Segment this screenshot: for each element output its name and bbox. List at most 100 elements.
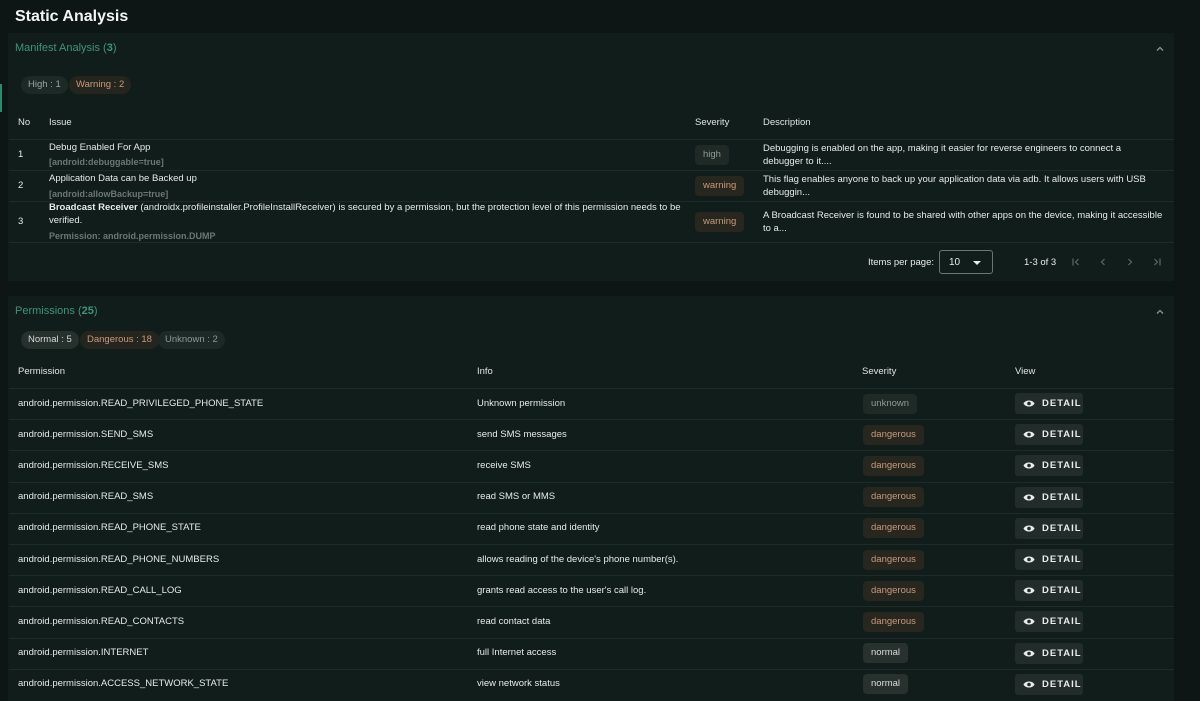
eye-icon xyxy=(1023,400,1035,407)
detail-label: DETAIL xyxy=(1042,522,1082,534)
detail-button[interactable]: DETAIL xyxy=(1015,642,1083,664)
manifest-row-desc-2: debugger to it.... xyxy=(763,156,832,167)
items-per-page-select[interactable]: 10 xyxy=(939,250,993,274)
detail-label: DETAIL xyxy=(1042,491,1082,503)
detail-button[interactable]: DETAIL xyxy=(1015,424,1083,446)
manifest-header[interactable]: Manifest Analysis (3) xyxy=(15,42,117,54)
manifest-title: Manifest Analysis xyxy=(15,42,100,54)
manifest-row-no: 3 xyxy=(18,216,24,227)
pagination-range: 1-3 of 3 xyxy=(1024,257,1057,268)
severity-badge: dangerous xyxy=(863,518,924,539)
chevron-up-icon[interactable] xyxy=(1155,44,1165,54)
page-title: Static Analysis xyxy=(15,8,129,25)
detail-button[interactable]: DETAIL xyxy=(1015,486,1083,508)
chip-high[interactable]: High : 1 xyxy=(21,76,68,94)
chip-dangerous[interactable]: Dangerous : 18 xyxy=(80,331,159,349)
manifest-row-desc: A Broadcast Receiver is found to be shar… xyxy=(763,210,1163,221)
manifest-row-issue-sub: [android:allowBackup=true] xyxy=(49,189,169,199)
detail-label: DETAIL xyxy=(1042,398,1082,409)
col-severity: Severity xyxy=(862,366,897,377)
permission-name: android.permission.READ_PHONE_STATE xyxy=(18,522,201,534)
permission-value: android.permission.DUMP xyxy=(100,231,216,241)
detail-button[interactable]: DETAIL xyxy=(1015,611,1083,633)
detail-label: DETAIL xyxy=(1042,585,1082,597)
eye-icon xyxy=(1023,587,1035,594)
severity-badge: warning xyxy=(695,212,745,232)
row-divider xyxy=(9,544,1174,545)
permission-name: android.permission.RECEIVE_SMS xyxy=(18,459,169,471)
detail-label: DETAIL xyxy=(1042,678,1082,690)
col-permission: Permission xyxy=(18,366,65,377)
row-divider xyxy=(9,668,1174,670)
detail-label: DETAIL xyxy=(1042,460,1082,472)
permission-name: android.permission.READ_SMS xyxy=(18,491,154,503)
detail-button[interactable]: DETAIL xyxy=(1015,673,1083,695)
manifest-count: 3 xyxy=(106,42,113,54)
detail-label: DETAIL xyxy=(1042,429,1082,441)
chevron-up-icon[interactable] xyxy=(1155,307,1165,317)
row-divider xyxy=(9,450,1174,452)
col-severity: Severity xyxy=(695,117,730,128)
col-description: Description xyxy=(763,117,811,128)
detail-button[interactable]: DETAIL xyxy=(1015,455,1083,477)
severity-badge: dangerous xyxy=(863,455,924,476)
manifest-row-issue: Application Data can be Backed up xyxy=(49,173,197,184)
row-divider xyxy=(9,637,1174,639)
permission-info: allows reading of the device's phone num… xyxy=(477,553,679,565)
manifest-row-issue-sub: [android:debuggable=true] xyxy=(49,157,164,167)
row-divider xyxy=(9,170,1174,171)
row-divider xyxy=(9,419,1174,421)
severity-badge: warning xyxy=(695,176,745,196)
eye-icon xyxy=(1023,681,1035,688)
detail-button[interactable]: DETAIL xyxy=(1015,517,1083,539)
chip-unknown[interactable]: Unknown : 2 xyxy=(158,331,225,349)
permissions-count: 25 xyxy=(81,305,94,317)
row-divider xyxy=(9,575,1174,577)
chip-normal[interactable]: Normal : 5 xyxy=(21,331,79,349)
permissions-header[interactable]: Permissions (25) xyxy=(15,305,98,317)
severity-badge: dangerous xyxy=(863,424,924,445)
detail-button[interactable]: DETAIL xyxy=(1015,580,1083,602)
permission-info: send SMS messages xyxy=(477,428,567,440)
col-no: No xyxy=(18,117,31,128)
permission-info: full Internet access xyxy=(477,647,557,659)
col-info: Info xyxy=(477,366,493,377)
permission-name: android.permission.READ_PHONE_NUMBERS xyxy=(18,553,220,565)
manifest-row-desc-2: to a... xyxy=(763,223,787,234)
detail-button[interactable]: DETAIL xyxy=(1015,549,1083,570)
manifest-panel xyxy=(8,33,1174,281)
severity-badge: unknown xyxy=(863,393,918,414)
permission-info: view network status xyxy=(477,678,560,690)
manifest-row-issue: Broadcast Receiver (androidx.profileinst… xyxy=(49,202,689,214)
permission-name: android.permission.READ_CONTACTS xyxy=(18,615,185,627)
detail-label: DETAIL xyxy=(1042,616,1082,628)
severity-badge: dangerous xyxy=(863,580,924,601)
row-divider xyxy=(9,139,1174,140)
manifest-row-no: 2 xyxy=(18,180,24,191)
eye-icon xyxy=(1023,618,1035,625)
eye-icon xyxy=(1023,650,1035,657)
chip-warning[interactable]: Warning : 2 xyxy=(69,76,132,94)
permission-name: android.permission.INTERNET xyxy=(18,647,149,659)
row-divider xyxy=(9,606,1174,608)
eye-icon xyxy=(1023,494,1035,501)
items-per-page-label: Items per page: xyxy=(868,257,935,268)
eye-icon xyxy=(1023,525,1035,532)
col-view: View xyxy=(1015,366,1036,377)
left-accent-bar xyxy=(0,84,2,112)
permission-info: read SMS or MMS xyxy=(477,491,556,503)
permission-info: read phone state and identity xyxy=(477,522,600,534)
permission-info: receive SMS xyxy=(477,459,531,471)
row-divider xyxy=(9,388,1174,389)
detail-button[interactable]: DETAIL xyxy=(1015,393,1083,414)
prev-page-icon[interactable] xyxy=(1098,257,1108,267)
col-issue: Issue xyxy=(49,117,72,128)
first-page-icon[interactable] xyxy=(1071,257,1081,267)
last-page-icon[interactable] xyxy=(1152,257,1162,267)
eye-icon xyxy=(1023,556,1035,563)
next-page-icon[interactable] xyxy=(1125,257,1135,267)
severity-badge: normal xyxy=(863,674,909,695)
permissions-title: Permissions xyxy=(15,305,75,317)
permission-name: android.permission.SEND_SMS xyxy=(18,428,154,440)
severity-badge: dangerous xyxy=(863,487,924,508)
